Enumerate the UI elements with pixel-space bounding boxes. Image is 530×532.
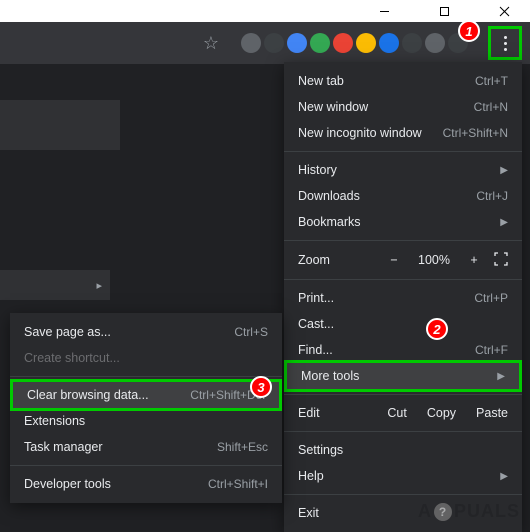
menu-button[interactable] (493, 31, 517, 55)
submenu-save-page[interactable]: Save page as... Ctrl+S (10, 319, 282, 345)
annotation-marker-3: 3 (250, 376, 272, 398)
menu-separator (284, 394, 522, 395)
watermark-q-icon: ? (434, 503, 452, 521)
extension-icon[interactable] (379, 33, 399, 53)
chevron-right-icon: ▶ (500, 217, 508, 228)
menu-settings[interactable]: Settings (284, 437, 522, 463)
menu-separator (284, 240, 522, 241)
extension-icon[interactable] (425, 33, 445, 53)
clear-browsing-highlight: Clear browsing data... Ctrl+Shift+Del (10, 379, 282, 411)
watermark: A ? PUALS (418, 501, 520, 522)
submenu-developer-tools[interactable]: Developer tools Ctrl+Shift+I (10, 471, 282, 497)
menu-separator (284, 431, 522, 432)
edit-cut-button[interactable]: Cut (387, 406, 406, 420)
submenu-create-shortcut: Create shortcut... (10, 345, 282, 371)
submenu-task-manager[interactable]: Task manager Shift+Esc (10, 434, 282, 460)
edit-paste-button[interactable]: Paste (476, 406, 508, 420)
maximize-button[interactable] (424, 0, 464, 22)
menu-zoom: Zoom − 100% + (284, 246, 522, 274)
extension-icon[interactable] (310, 33, 330, 53)
menu-print[interactable]: Print... Ctrl+P (284, 285, 522, 311)
submenu-clear-browsing-data[interactable]: Clear browsing data... Ctrl+Shift+Del (13, 382, 279, 408)
page-content-block (0, 100, 120, 150)
menu-more-tools[interactable]: More tools ▶ (287, 363, 519, 389)
dots-vertical-icon (504, 36, 507, 39)
extension-icon[interactable] (356, 33, 376, 53)
menu-downloads[interactable]: Downloads Ctrl+J (284, 183, 522, 209)
menu-bookmarks[interactable]: Bookmarks ▶ (284, 209, 522, 235)
submenu-extensions[interactable]: Extensions (10, 408, 282, 434)
zoom-out-button[interactable]: − (386, 253, 402, 267)
menu-new-incognito[interactable]: New incognito window Ctrl+Shift+N (284, 120, 522, 146)
zoom-in-button[interactable]: + (466, 253, 482, 267)
page-content-row: ▸ (0, 270, 110, 300)
extension-icon[interactable] (241, 33, 261, 53)
chrome-main-menu: New tab Ctrl+T New window Ctrl+N New inc… (284, 62, 522, 532)
menu-history[interactable]: History ▶ (284, 157, 522, 183)
menu-separator (284, 494, 522, 495)
more-tools-highlight: More tools ▶ (284, 360, 522, 392)
extension-icons (241, 33, 468, 53)
bookmark-star-icon[interactable]: ☆ (203, 33, 219, 54)
menu-separator (284, 279, 522, 280)
browser-toolbar: ☆ (0, 22, 530, 64)
menu-separator (284, 151, 522, 152)
zoom-value: 100% (414, 253, 454, 267)
extension-icon[interactable] (333, 33, 353, 53)
minimize-button[interactable] (364, 0, 404, 22)
fullscreen-icon[interactable] (494, 252, 508, 269)
window-title-bar (0, 0, 530, 22)
chevron-right-icon: ▶ (500, 471, 508, 482)
menu-separator (10, 465, 282, 466)
menu-separator (10, 376, 282, 377)
chevron-right-icon: ▶ (497, 371, 505, 382)
chevron-right-icon: ▶ (500, 165, 508, 176)
menu-new-tab[interactable]: New tab Ctrl+T (284, 68, 522, 94)
close-button[interactable] (484, 0, 524, 22)
menu-new-window[interactable]: New window Ctrl+N (284, 94, 522, 120)
annotation-marker-1: 1 (458, 20, 480, 42)
menu-edit-row: Edit Cut Copy Paste (284, 400, 522, 426)
menu-cast[interactable]: Cast... (284, 311, 522, 337)
extension-icon[interactable] (402, 33, 422, 53)
more-tools-submenu: Save page as... Ctrl+S Create shortcut..… (10, 313, 282, 503)
edit-copy-button[interactable]: Copy (427, 406, 456, 420)
menu-help[interactable]: Help ▶ (284, 463, 522, 489)
annotation-marker-2: 2 (426, 318, 448, 340)
extension-icon[interactable] (264, 33, 284, 53)
extension-icon[interactable] (287, 33, 307, 53)
menu-button-highlight (488, 26, 522, 60)
